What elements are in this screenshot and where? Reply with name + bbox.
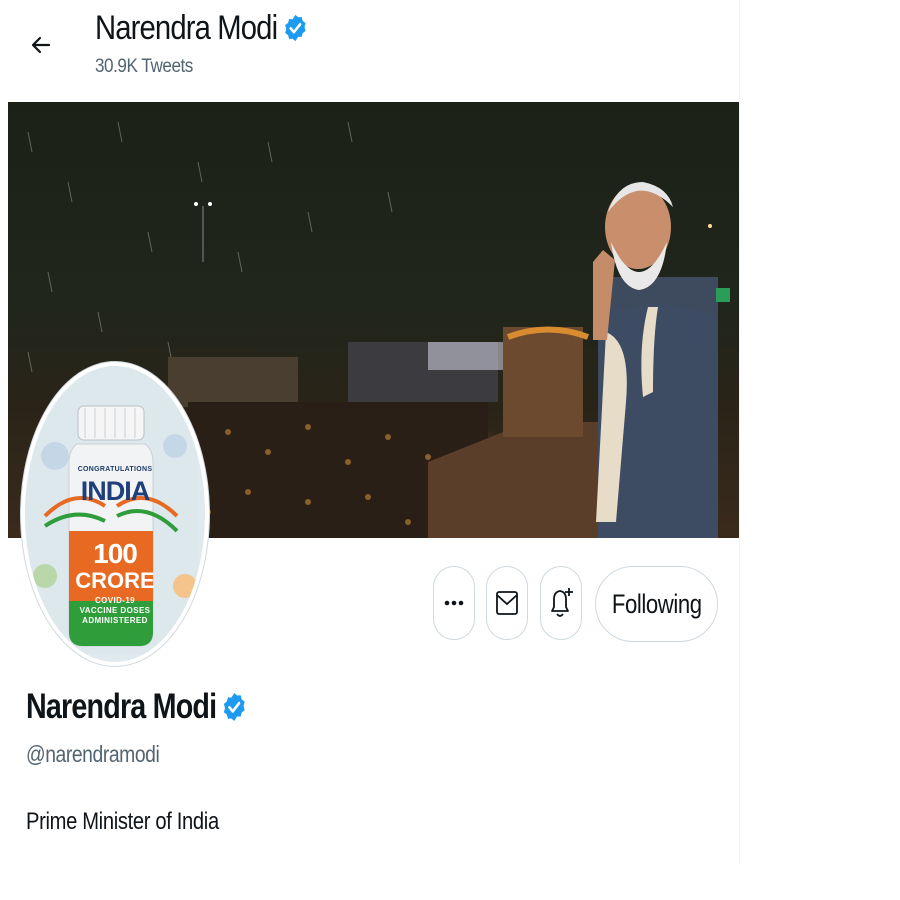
following-button[interactable]: Following [595,566,718,642]
profile-name: Narendra Modi [26,687,217,726]
profile-column: Narendra Modi 30.9K Tweets CONGRATULATIO… [6,0,740,862]
verified-badge-icon [285,14,306,42]
profile-name-row: Narendra Modi [26,686,247,728]
tweet-count: 30.9K Tweets [95,56,193,77]
notify-button[interactable] [540,566,582,640]
following-label: Following [611,588,702,619]
avatar-number-text: 100 [93,538,138,569]
back-button[interactable] [24,28,58,62]
more-icon [444,600,464,606]
profile-handle: @narendramodi [26,741,160,767]
mail-icon [496,591,518,615]
avatar-country-text: INDIA [80,476,151,506]
header-name: Narendra Modi [95,8,278,47]
avatar-congrats-text: CONGRATULATIONS [77,466,153,473]
profile-bio: Prime Minister of India [26,808,219,835]
avatar-line1-text: COVID-19 [94,596,136,605]
avatar-line2-text: VACCINE DOSES [79,606,151,615]
profile-avatar[interactable]: CONGRATULATIONS INDIA 100 CRORE COVID-19… [21,362,209,666]
verified-badge-icon [223,693,245,721]
message-button[interactable] [486,566,528,640]
avatar-line3-text: ADMINISTERED [82,616,148,625]
bell-plus-icon [551,588,573,617]
more-button[interactable] [433,566,475,640]
avatar-unit-text: CRORE [75,568,155,593]
header-title: Narendra Modi [95,9,308,47]
arrow-left-icon [31,36,51,54]
avatar-vaccine-graphic: CONGRATULATIONS INDIA 100 CRORE COVID-19… [25,366,205,662]
